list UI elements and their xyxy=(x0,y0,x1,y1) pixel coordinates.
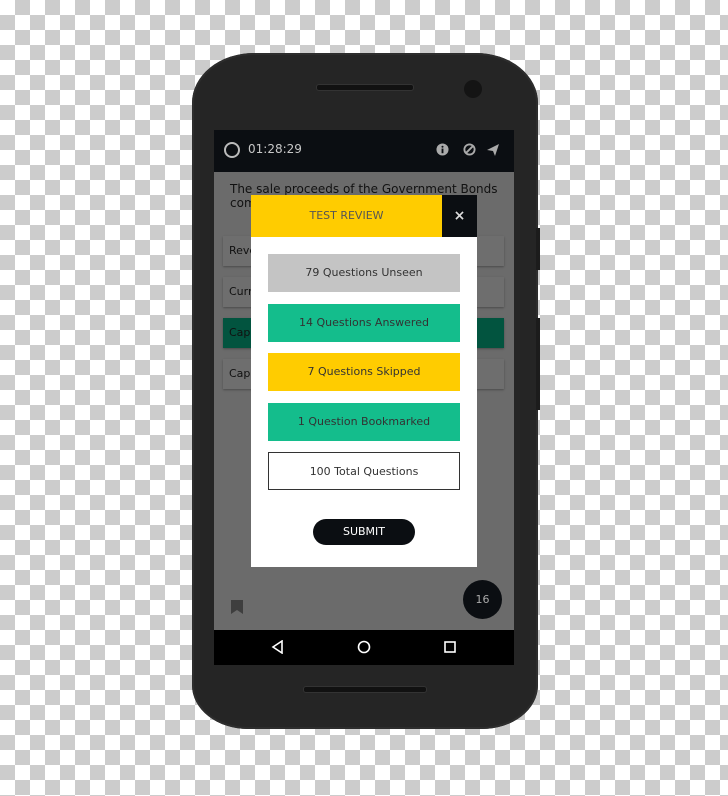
bookmark-icon[interactable] xyxy=(231,600,243,614)
question-number-button[interactable]: 16 xyxy=(463,580,502,619)
stat-unseen[interactable]: 79 Questions Unseen xyxy=(268,254,460,292)
home-icon[interactable] xyxy=(357,640,371,654)
stat-bookmarked[interactable]: 1 Question Bookmarked xyxy=(268,403,460,441)
earpiece-speaker xyxy=(316,84,414,91)
top-bar: 01:28:29 xyxy=(214,130,514,172)
timer-icon xyxy=(224,142,240,158)
submit-button[interactable]: SUBMIT xyxy=(313,519,415,545)
send-icon[interactable] xyxy=(485,143,501,159)
close-icon[interactable]: × xyxy=(442,195,477,237)
test-review-modal: TEST REVIEW × 79 Questions Unseen 14 Que… xyxy=(251,195,477,567)
block-icon[interactable] xyxy=(461,143,477,159)
back-icon[interactable] xyxy=(271,640,285,654)
volume-button xyxy=(536,228,540,270)
modal-title: TEST REVIEW xyxy=(251,195,442,237)
info-icon[interactable] xyxy=(434,143,450,159)
stat-answered[interactable]: 14 Questions Answered xyxy=(268,304,460,342)
bottom-speaker xyxy=(303,686,427,693)
power-button xyxy=(536,318,540,410)
front-camera xyxy=(464,80,482,98)
stat-skipped[interactable]: 7 Questions Skipped xyxy=(268,353,460,391)
android-nav-bar xyxy=(214,630,514,665)
timer-text: 01:28:29 xyxy=(248,142,302,156)
recents-icon[interactable] xyxy=(443,640,457,654)
stat-total: 100 Total Questions xyxy=(268,452,460,490)
